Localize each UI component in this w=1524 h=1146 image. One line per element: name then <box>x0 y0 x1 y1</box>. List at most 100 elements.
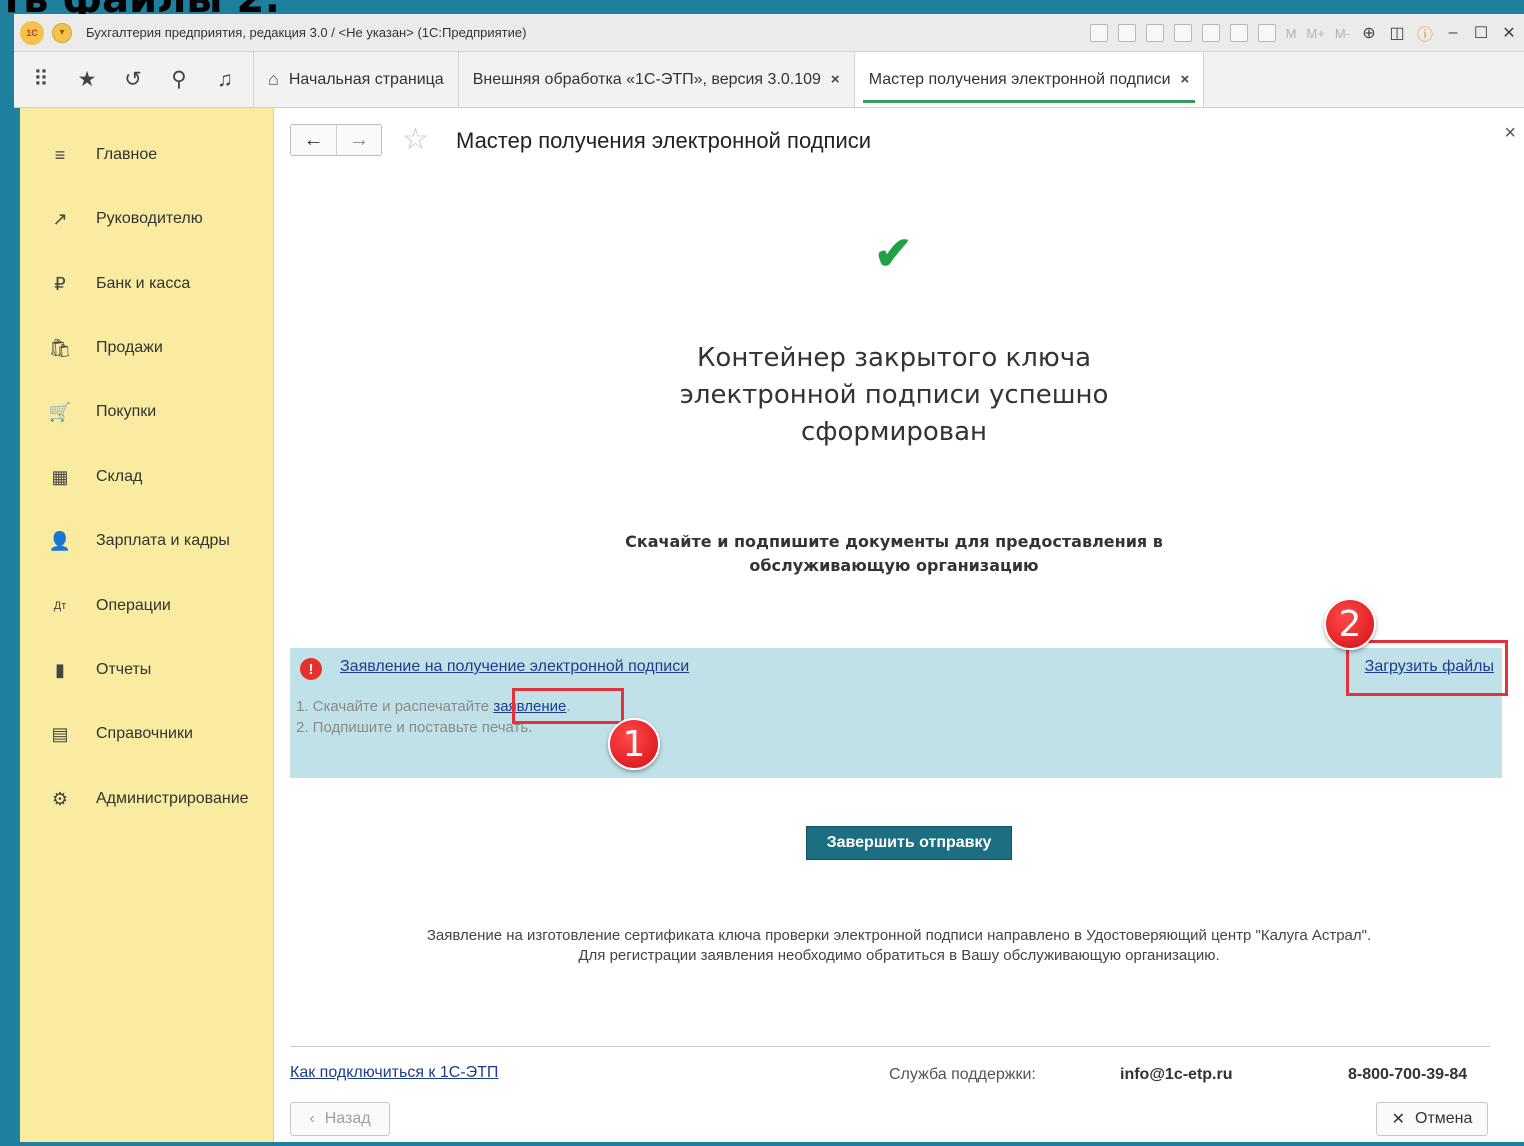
app-title: Бухгалтерия предприятия, редакция 3.0 / … <box>86 25 527 40</box>
calculator-icon[interactable] <box>1229 24 1248 42</box>
zoom-icon[interactable]: ⊕ <box>1360 23 1378 43</box>
checkmark-icon: ✔ <box>874 227 913 279</box>
favorite-star-icon[interactable]: ☆ <box>402 122 429 157</box>
sidebar-item-label: Администрирование <box>96 790 249 807</box>
tab-label: Мастер получения электронной подписи <box>868 70 1171 88</box>
callout-badge-2: 2 <box>1324 598 1376 650</box>
print-icon[interactable] <box>1117 24 1136 42</box>
sidebar: ≡ Главное ↗ Руководителю ₽ Банк и касса … <box>20 108 274 1142</box>
tab-external-processing[interactable]: Внешняя обработка «1С-ЭТП», версия 3.0.1… <box>459 52 855 107</box>
memory-minus-button[interactable]: M- <box>1335 26 1350 41</box>
bell-icon[interactable]: ♫ <box>214 68 236 92</box>
close-window-icon[interactable]: ✕ <box>1500 23 1518 43</box>
cancel-button-label: Отмена <box>1415 1110 1473 1127</box>
tab-label: Начальная страница <box>288 70 444 88</box>
app-logo: 1С <box>20 20 44 45</box>
books-icon: ▤ <box>51 723 69 744</box>
close-x-icon: ✕ <box>1391 1111 1405 1128</box>
bottom-frame-strip <box>0 1142 1524 1146</box>
app-window: 1С ▾ Бухгалтерия предприятия, редакция 3… <box>14 14 1524 1142</box>
sidebar-item-main[interactable]: ≡ Главное <box>20 135 274 175</box>
tab-signature-wizard[interactable]: Мастер получения электронной подписи × <box>854 52 1205 107</box>
nav-buttons: ← → <box>290 124 382 156</box>
sidebar-item-salary[interactable]: 👤 Зарплата и кадры <box>20 521 274 561</box>
application-link[interactable]: Заявление на получение электронной подпи… <box>340 658 689 676</box>
sidebar-item-label: Зарплата и кадры <box>96 532 230 549</box>
support-email: info@1c-etp.ru <box>1120 1066 1233 1083</box>
gear-icon: ⚙ <box>51 788 69 809</box>
sidebar-item-label: Продажи <box>96 339 163 356</box>
history-icon[interactable]: ↺ <box>122 67 144 92</box>
alert-icon: ! <box>300 658 322 680</box>
cart-icon: 🛒 <box>48 401 72 422</box>
title-bar: 1С ▾ Бухгалтерия предприятия, редакция 3… <box>14 14 1524 52</box>
sidebar-item-bank[interactable]: ₽ Банк и касса <box>20 264 274 304</box>
favorites-star-icon[interactable]: ★ <box>76 67 98 92</box>
success-message: Контейнер закрытого ключа электронной по… <box>679 343 1109 447</box>
sidebar-item-label: Руководителю <box>96 210 203 227</box>
sidebar-item-reports[interactable]: ▮ Отчеты <box>20 650 274 690</box>
callout-badge-1: 1 <box>608 718 660 770</box>
back-button[interactable]: ‹ Назад <box>290 1102 390 1136</box>
minimize-icon[interactable]: – <box>1444 24 1462 42</box>
sidebar-item-warehouse[interactable]: ▦ Склад <box>20 457 274 497</box>
main-menu-button[interactable]: ▾ <box>52 22 72 43</box>
panels-icon[interactable]: ◫ <box>1388 23 1406 43</box>
back-arrow-icon[interactable]: ← <box>291 125 336 155</box>
sidebar-item-label: Склад <box>96 468 143 485</box>
step-1-text: 1. Скачайте и распечатайте <box>296 698 494 715</box>
back-button-label: Назад <box>324 1110 371 1127</box>
warehouse-icon: ▦ <box>51 466 69 487</box>
support-label: Служба поддержки: <box>889 1066 1036 1083</box>
home-icon: ⌂ <box>268 69 279 89</box>
calendar-icon[interactable] <box>1257 24 1276 42</box>
trend-icon: ↗ <box>52 208 68 229</box>
finish-sending-button[interactable]: Завершить отправку <box>806 826 1012 860</box>
sidebar-item-purchases[interactable]: 🛒 Покупки <box>20 392 274 432</box>
footer-divider <box>290 1046 1490 1047</box>
memory-plus-button[interactable]: M+ <box>1306 26 1324 41</box>
bag-icon: 🛍 <box>48 337 72 358</box>
person-icon: 👤 <box>48 530 72 551</box>
debit-credit-icon: Дт <box>53 600 67 612</box>
tab-close-icon[interactable]: × <box>1181 71 1190 88</box>
sidebar-item-label: Отчеты <box>96 661 152 678</box>
scan-icon[interactable] <box>1201 24 1220 42</box>
search-icon[interactable]: ⚲ <box>168 67 190 92</box>
documents-panel: ! Заявление на получение электронной под… <box>290 648 1502 778</box>
title-toolbar: M M+ M- ⊕ ◫ ⓘ – ☐ ✕ <box>1089 14 1518 52</box>
page-title: Мастер получения электронной подписи <box>456 128 872 153</box>
sidebar-item-label: Справочники <box>96 725 193 742</box>
sidebar-item-admin[interactable]: ⚙ Администрирование <box>20 779 274 819</box>
instruction-heading: Скачайте и подпишите документы для предо… <box>625 532 1163 575</box>
sidebar-item-catalogs[interactable]: ▤ Справочники <box>20 714 274 754</box>
close-icon[interactable]: × <box>1504 122 1516 145</box>
save-icon[interactable] <box>1089 24 1108 42</box>
maximize-icon[interactable]: ☐ <box>1472 23 1490 43</box>
preview-icon[interactable] <box>1145 24 1164 42</box>
memory-m-button[interactable]: M <box>1286 26 1297 41</box>
tab-home[interactable]: ⌂ Начальная страница <box>254 52 459 107</box>
menu-lines-icon: ≡ <box>54 144 66 165</box>
sidebar-item-label: Операции <box>96 597 171 614</box>
sidebar-item-operations[interactable]: Дт Операции <box>20 586 274 626</box>
sidebar-item-label: Банк и касса <box>96 275 191 292</box>
forward-arrow-icon[interactable]: → <box>335 125 381 155</box>
info-icon[interactable]: ⓘ <box>1416 21 1434 45</box>
bar-chart-icon: ▮ <box>55 659 65 680</box>
sidebar-item-sales[interactable]: 🛍 Продажи <box>20 328 274 368</box>
how-to-connect-link[interactable]: Как подключиться к 1С-ЭТП <box>290 1064 498 1082</box>
tab-label: Внешняя обработка «1С-ЭТП», версия 3.0.1… <box>472 70 821 88</box>
tab-close-icon[interactable]: × <box>831 71 840 88</box>
highlight-box-1 <box>512 688 624 724</box>
sidebar-item-manager[interactable]: ↗ Руководителю <box>20 199 274 239</box>
sidebar-item-label: Главное <box>96 146 158 163</box>
apps-grid-icon[interactable]: ⠿ <box>30 67 52 92</box>
tab-bar: ⠿ ★ ↺ ⚲ ♫ ⌂ Начальная страница Внешняя о… <box>14 52 1524 108</box>
highlight-box-2 <box>1346 640 1508 696</box>
main-content: ← → ☆ Мастер получения электронной подпи… <box>274 108 1524 1142</box>
ruble-icon: ₽ <box>54 273 66 294</box>
step-2: 2. Подпишите и поставьте печать. <box>296 719 533 736</box>
upload-icon[interactable] <box>1173 24 1192 42</box>
cancel-button[interactable]: ✕ Отмена <box>1376 1102 1488 1136</box>
